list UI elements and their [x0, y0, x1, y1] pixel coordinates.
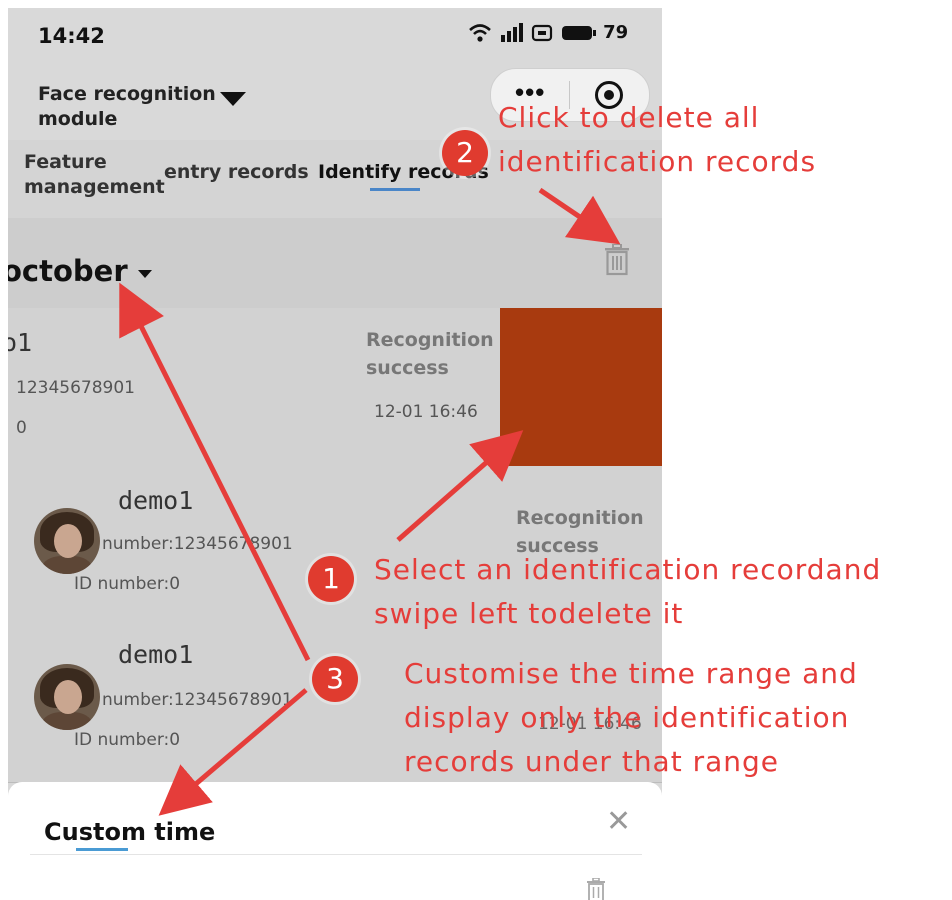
- annotation-1: Select an identification recordand swipe…: [374, 553, 882, 630]
- annotation-3: Customise the time range and display onl…: [404, 657, 858, 778]
- annotation-2: Click to delete all identification recor…: [498, 101, 817, 178]
- annotation-badge-3: 3: [312, 656, 358, 702]
- arrow-to-month: [119, 282, 311, 662]
- arrow-to-trash: [538, 187, 621, 245]
- arrow-to-custom-time: [158, 688, 308, 816]
- annotation-badge-1: 1: [308, 556, 354, 602]
- annotation-badge-2: 2: [442, 130, 488, 176]
- arrow-to-swipe-delete: [396, 430, 524, 542]
